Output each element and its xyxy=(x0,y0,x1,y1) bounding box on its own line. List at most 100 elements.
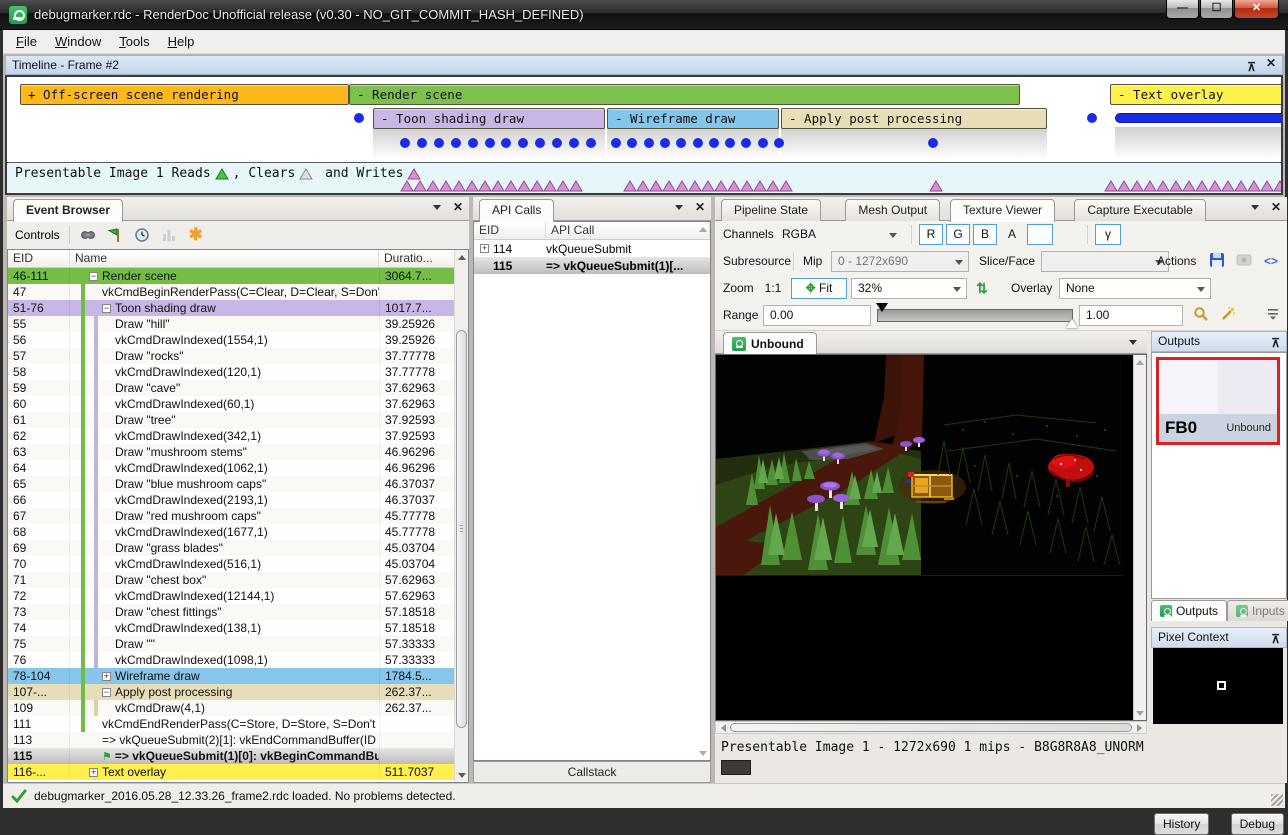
pixel-context-view[interactable] xyxy=(1153,648,1283,724)
options-asterisk-icon[interactable]: ✱ xyxy=(187,226,205,244)
timeline-drawcall-bar[interactable] xyxy=(1115,113,1283,123)
channels-combo[interactable]: RGBA xyxy=(775,224,903,245)
event-row[interactable]: 116-...+Text overlay511.7037 xyxy=(8,764,454,780)
texture-display[interactable] xyxy=(715,354,1147,721)
event-row[interactable]: 72vkCmdDrawIndexed(12144,1)57.62963 xyxy=(8,588,454,604)
expand-toggle[interactable]: − xyxy=(102,688,111,697)
close-icon[interactable]: ✕ xyxy=(1271,202,1281,212)
event-row[interactable]: 46-111−Render scene3064.7... xyxy=(8,268,454,284)
timeline-drawcall-dot[interactable] xyxy=(417,138,427,148)
event-row[interactable]: 62vkCmdDrawIndexed(342,1)37.92593 xyxy=(8,428,454,444)
range-min-input[interactable]: 0.00 xyxy=(763,305,871,326)
color-wheel-button[interactable] xyxy=(1027,224,1053,245)
event-row[interactable]: 56vkCmdDrawIndexed(1554,1)39.25926 xyxy=(8,332,454,348)
event-row[interactable]: 66vkCmdDrawIndexed(2193,1)46.37037 xyxy=(8,492,454,508)
event-row[interactable]: 47vkCmdBeginRenderPass(C=Clear, D=Clear,… xyxy=(8,284,454,300)
texture-image[interactable] xyxy=(716,355,1123,576)
timeline-usage-triangles[interactable] xyxy=(1104,180,1283,192)
api-call-row[interactable]: +114vkQueueSubmit xyxy=(474,240,710,257)
event-row[interactable]: 60vkCmdDrawIndexed(60,1)37.62963 xyxy=(8,396,454,412)
timeline-usage-triangles[interactable] xyxy=(400,180,582,192)
timeline-drawcall-dot[interactable] xyxy=(468,138,478,148)
timeline-drawcall-dot[interactable] xyxy=(644,138,654,148)
bookmark-flag-icon[interactable] xyxy=(106,226,124,244)
channel-b-button[interactable]: B xyxy=(973,224,997,245)
tab-event-browser[interactable]: Event Browser xyxy=(13,199,123,222)
timeline-drawcall-dot[interactable] xyxy=(709,138,719,148)
overlay-combo[interactable]: None xyxy=(1059,278,1211,299)
close-icon[interactable]: ✕ xyxy=(453,202,463,212)
event-row[interactable]: 68vkCmdDrawIndexed(1677,1)45.77778 xyxy=(8,524,454,540)
slice-face-combo[interactable] xyxy=(1041,251,1169,272)
timeline-marker-block[interactable]: - Apply post processing xyxy=(781,108,1047,129)
event-browser-columns[interactable]: EID Name Duratio... xyxy=(8,250,468,268)
event-row[interactable]: 107-...−Apply post processing262.37... xyxy=(8,684,454,700)
timeline-drawcall-dot[interactable] xyxy=(693,138,703,148)
range-white-point[interactable] xyxy=(1066,319,1078,328)
event-row[interactable]: 78-104+Wireframe draw1784.5... xyxy=(8,668,454,684)
close-icon[interactable]: ✕ xyxy=(695,202,705,212)
timeline-marker-block[interactable]: + Off-screen scene rendering xyxy=(20,84,349,105)
event-row[interactable]: 59Draw "cave"37.62963 xyxy=(8,380,454,396)
timeline-marker-block[interactable]: - Wireframe draw xyxy=(607,108,779,129)
timeline-drawcall-dot[interactable] xyxy=(434,138,444,148)
timeline-drawcall-dot[interactable] xyxy=(660,138,670,148)
expand-toggle[interactable]: − xyxy=(102,304,111,313)
zoom-combo[interactable]: 32% xyxy=(851,278,967,299)
tab-capture-executable[interactable]: Capture Executable xyxy=(1074,199,1205,221)
tab-api-calls[interactable]: API Calls xyxy=(479,199,554,222)
stats-icon[interactable] xyxy=(160,226,178,244)
event-row[interactable]: 57Draw "rocks"37.77778 xyxy=(8,348,454,364)
timeline-usage-triangles[interactable] xyxy=(929,180,942,192)
timer-clock-icon[interactable] xyxy=(133,226,151,244)
timeline-drawcall-dot[interactable] xyxy=(758,138,768,148)
zoom-fit-button[interactable]: ✥ Fit xyxy=(791,278,847,299)
flip-y-button[interactable]: ⇅ xyxy=(971,278,993,299)
close-button[interactable]: ✕ xyxy=(1234,0,1279,19)
debug-button[interactable]: Debug xyxy=(1231,813,1284,835)
timeline-drawcall-dot[interactable] xyxy=(611,138,621,148)
timeline-marker-block[interactable]: - Render scene xyxy=(349,84,1020,105)
event-row[interactable]: 63Draw "mushroom stems"46.96296 xyxy=(8,444,454,460)
api-calls-vscrollbar[interactable] xyxy=(696,222,710,760)
tab-outputs[interactable]: Outputs xyxy=(1151,600,1227,621)
timeline-drawcall-dot[interactable] xyxy=(400,138,410,148)
callstack-bar[interactable]: Callstack xyxy=(473,761,711,783)
event-row[interactable]: 69Draw "grass blades"45.03704 xyxy=(8,540,454,556)
gamma-button[interactable]: γ xyxy=(1095,224,1121,245)
event-row[interactable]: 61Draw "tree"37.92593 xyxy=(8,412,454,428)
zoom-1to1-button[interactable]: 1:1 xyxy=(759,278,787,299)
event-row[interactable]: 74vkCmdDrawIndexed(138,1)57.18518 xyxy=(8,620,454,636)
tab-texture-viewer[interactable]: Texture Viewer xyxy=(950,199,1055,222)
link-button[interactable] xyxy=(1232,251,1256,272)
minimize-button[interactable]: — xyxy=(1166,0,1199,19)
event-row[interactable]: 70vkCmdDrawIndexed(516,1)45.03704 xyxy=(8,556,454,572)
event-row[interactable]: 67Draw "red mushroom caps"45.77778 xyxy=(8,508,454,524)
range-max-input[interactable]: 1.00 xyxy=(1079,305,1183,326)
event-row[interactable]: 71Draw "chest box"57.62963 xyxy=(8,572,454,588)
timeline-marker-block[interactable]: - Text overlay xyxy=(1110,84,1283,105)
open-code-button[interactable]: <> xyxy=(1259,251,1283,272)
timeline-drawcall-dot[interactable] xyxy=(586,138,596,148)
event-row[interactable]: 51-76−Toon shading draw1017.7... xyxy=(8,300,454,316)
menu-window[interactable]: Window xyxy=(46,31,110,52)
save-button[interactable] xyxy=(1205,251,1229,272)
event-row[interactable]: 64vkCmdDrawIndexed(1062,1)46.96296 xyxy=(8,460,454,476)
timeline-drawcall-dot[interactable] xyxy=(354,113,364,123)
event-row[interactable]: 115⚑=> vkQueueSubmit(1)[0]: vkBeginComma… xyxy=(8,748,454,764)
api-calls-columns[interactable]: EID API Call xyxy=(474,222,710,240)
tab-mesh-output[interactable]: Mesh Output xyxy=(845,199,940,221)
pin-icon[interactable]: ⊼ xyxy=(1271,334,1280,353)
menu-file[interactable]: File xyxy=(7,31,46,52)
chevron-down-icon[interactable] xyxy=(675,205,683,210)
checkerboard-button[interactable] xyxy=(1056,224,1080,245)
find-icon[interactable] xyxy=(79,226,97,244)
toolbar-overflow-button[interactable] xyxy=(1263,305,1283,326)
maximize-button[interactable]: ☐ xyxy=(1200,0,1233,19)
event-row[interactable]: 55Draw "hill"39.25926 xyxy=(8,316,454,332)
timeline-drawcall-dot[interactable] xyxy=(774,138,784,148)
display-vscrollbar[interactable] xyxy=(1133,355,1146,720)
expand-toggle[interactable]: − xyxy=(89,272,98,281)
event-row[interactable]: 73Draw "chest fittings"57.18518 xyxy=(8,604,454,620)
timeline-marker-block[interactable]: - Toon shading draw xyxy=(373,108,605,129)
